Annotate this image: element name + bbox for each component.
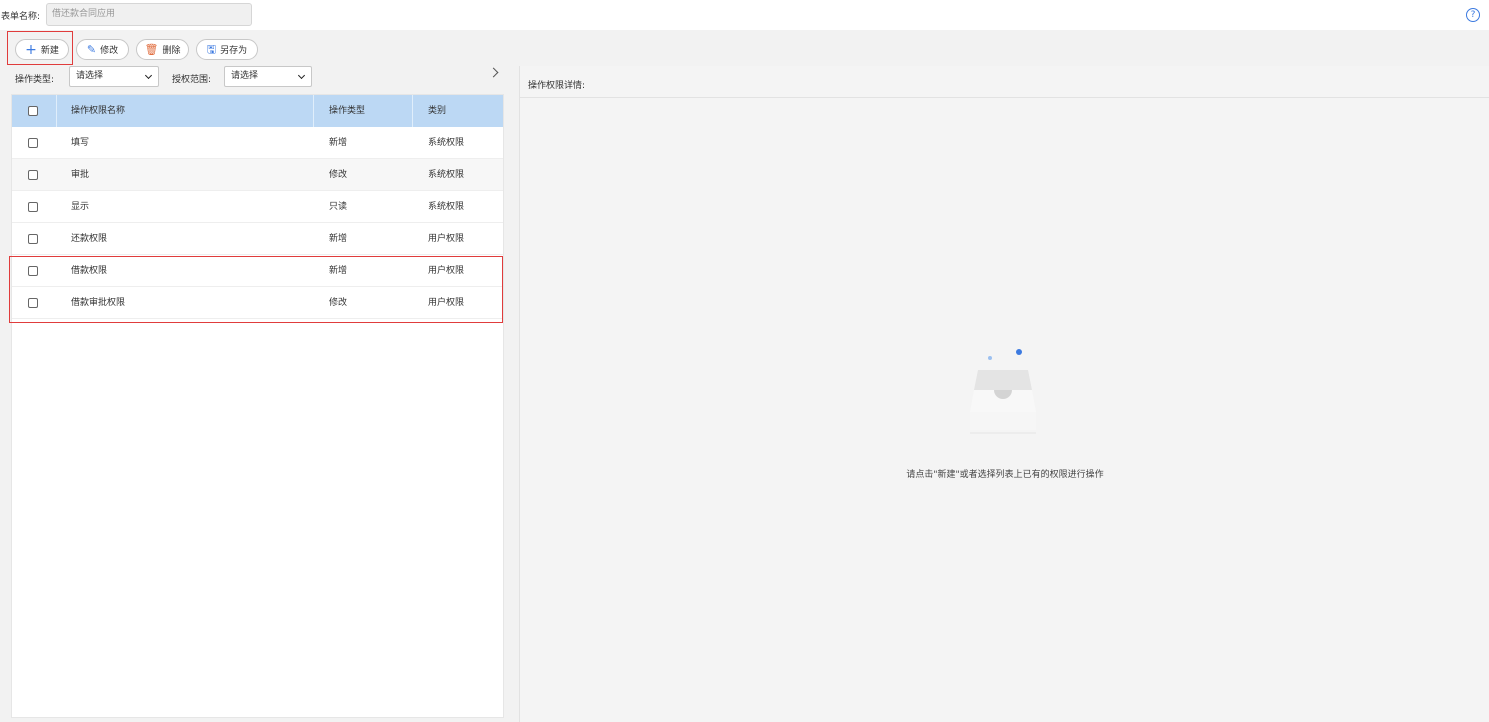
pencil-icon: ✎ [86,43,97,56]
scope-value: 请选择 [231,71,259,81]
detail-title: 操作权限详情: [528,81,586,91]
chevron-right-icon[interactable] [488,67,499,78]
row-category: 系统权限 [428,138,465,148]
table-header: 操作权限名称 操作类型 类别 [12,95,503,127]
row-type: 新增 [329,234,348,244]
row-type: 修改 [329,170,348,180]
save-as-button-label: 另存为 [220,46,248,56]
save-as-button[interactable]: 🖫 另存为 [196,39,258,60]
table-row[interactable]: 还款权限 新增 用户权限 [12,223,503,255]
row-checkbox[interactable] [28,170,38,180]
empty-box-icon [970,349,1036,434]
row-category: 用户权限 [428,234,465,244]
row-name: 填写 [71,138,90,148]
row-checkbox[interactable] [28,234,38,244]
table-row[interactable]: 填写 新增 系统权限 [12,127,503,159]
scope-select[interactable]: 请选择 [224,66,312,87]
delete-button[interactable]: 🗑 删除 [136,39,189,60]
row-type: 新增 [329,138,348,148]
row-name: 审批 [71,170,90,180]
permission-table: 操作权限名称 操作类型 类别 填写 新增 系统权限 审批 修改 系统权限 显示 … [11,94,504,718]
row-category: 系统权限 [428,170,465,180]
user-rows-highlight [9,256,503,323]
question-circle-icon[interactable]: ? [1466,8,1480,22]
table-row[interactable]: 审批 修改 系统权限 [12,159,503,191]
delete-button-label: 删除 [162,46,181,56]
chevron-down-icon [144,71,153,80]
operation-type-value: 请选择 [76,71,104,81]
column-header-type: 操作类型 [329,106,366,116]
row-name: 显示 [71,202,90,212]
row-category: 系统权限 [428,202,465,212]
operation-type-label: 操作类型: [15,75,55,85]
new-button-highlight [7,31,73,65]
trash-icon: 🗑 [144,43,159,56]
row-checkbox[interactable] [28,202,38,212]
column-header-category: 类别 [428,106,447,116]
scope-label: 授权范围: [172,75,212,85]
form-name-label: 表单名称: [1,12,41,22]
row-type: 只读 [329,202,348,212]
row-checkbox[interactable] [28,138,38,148]
edit-button-label: 修改 [100,46,119,56]
empty-state-hint: 请点击"新建"或者选择列表上已有的权限进行操作 [906,470,1104,480]
column-header-name: 操作权限名称 [71,106,126,116]
select-all-checkbox[interactable] [28,106,38,116]
table-row[interactable]: 显示 只读 系统权限 [12,191,503,223]
operation-type-select[interactable]: 请选择 [69,66,159,87]
row-name: 还款权限 [71,234,108,244]
save-icon: 🖫 [206,43,217,56]
detail-panel: 操作权限详情: 请点击"新建"或者选择列表上已有的权限进行操作 [519,66,1489,722]
form-name-field[interactable]: 借还款合同应用 [46,3,252,26]
edit-button[interactable]: ✎ 修改 [76,39,129,60]
top-bar: 表单名称: 借还款合同应用 ? [0,0,1489,30]
detail-divider [520,97,1489,98]
chevron-down-icon [297,71,306,80]
